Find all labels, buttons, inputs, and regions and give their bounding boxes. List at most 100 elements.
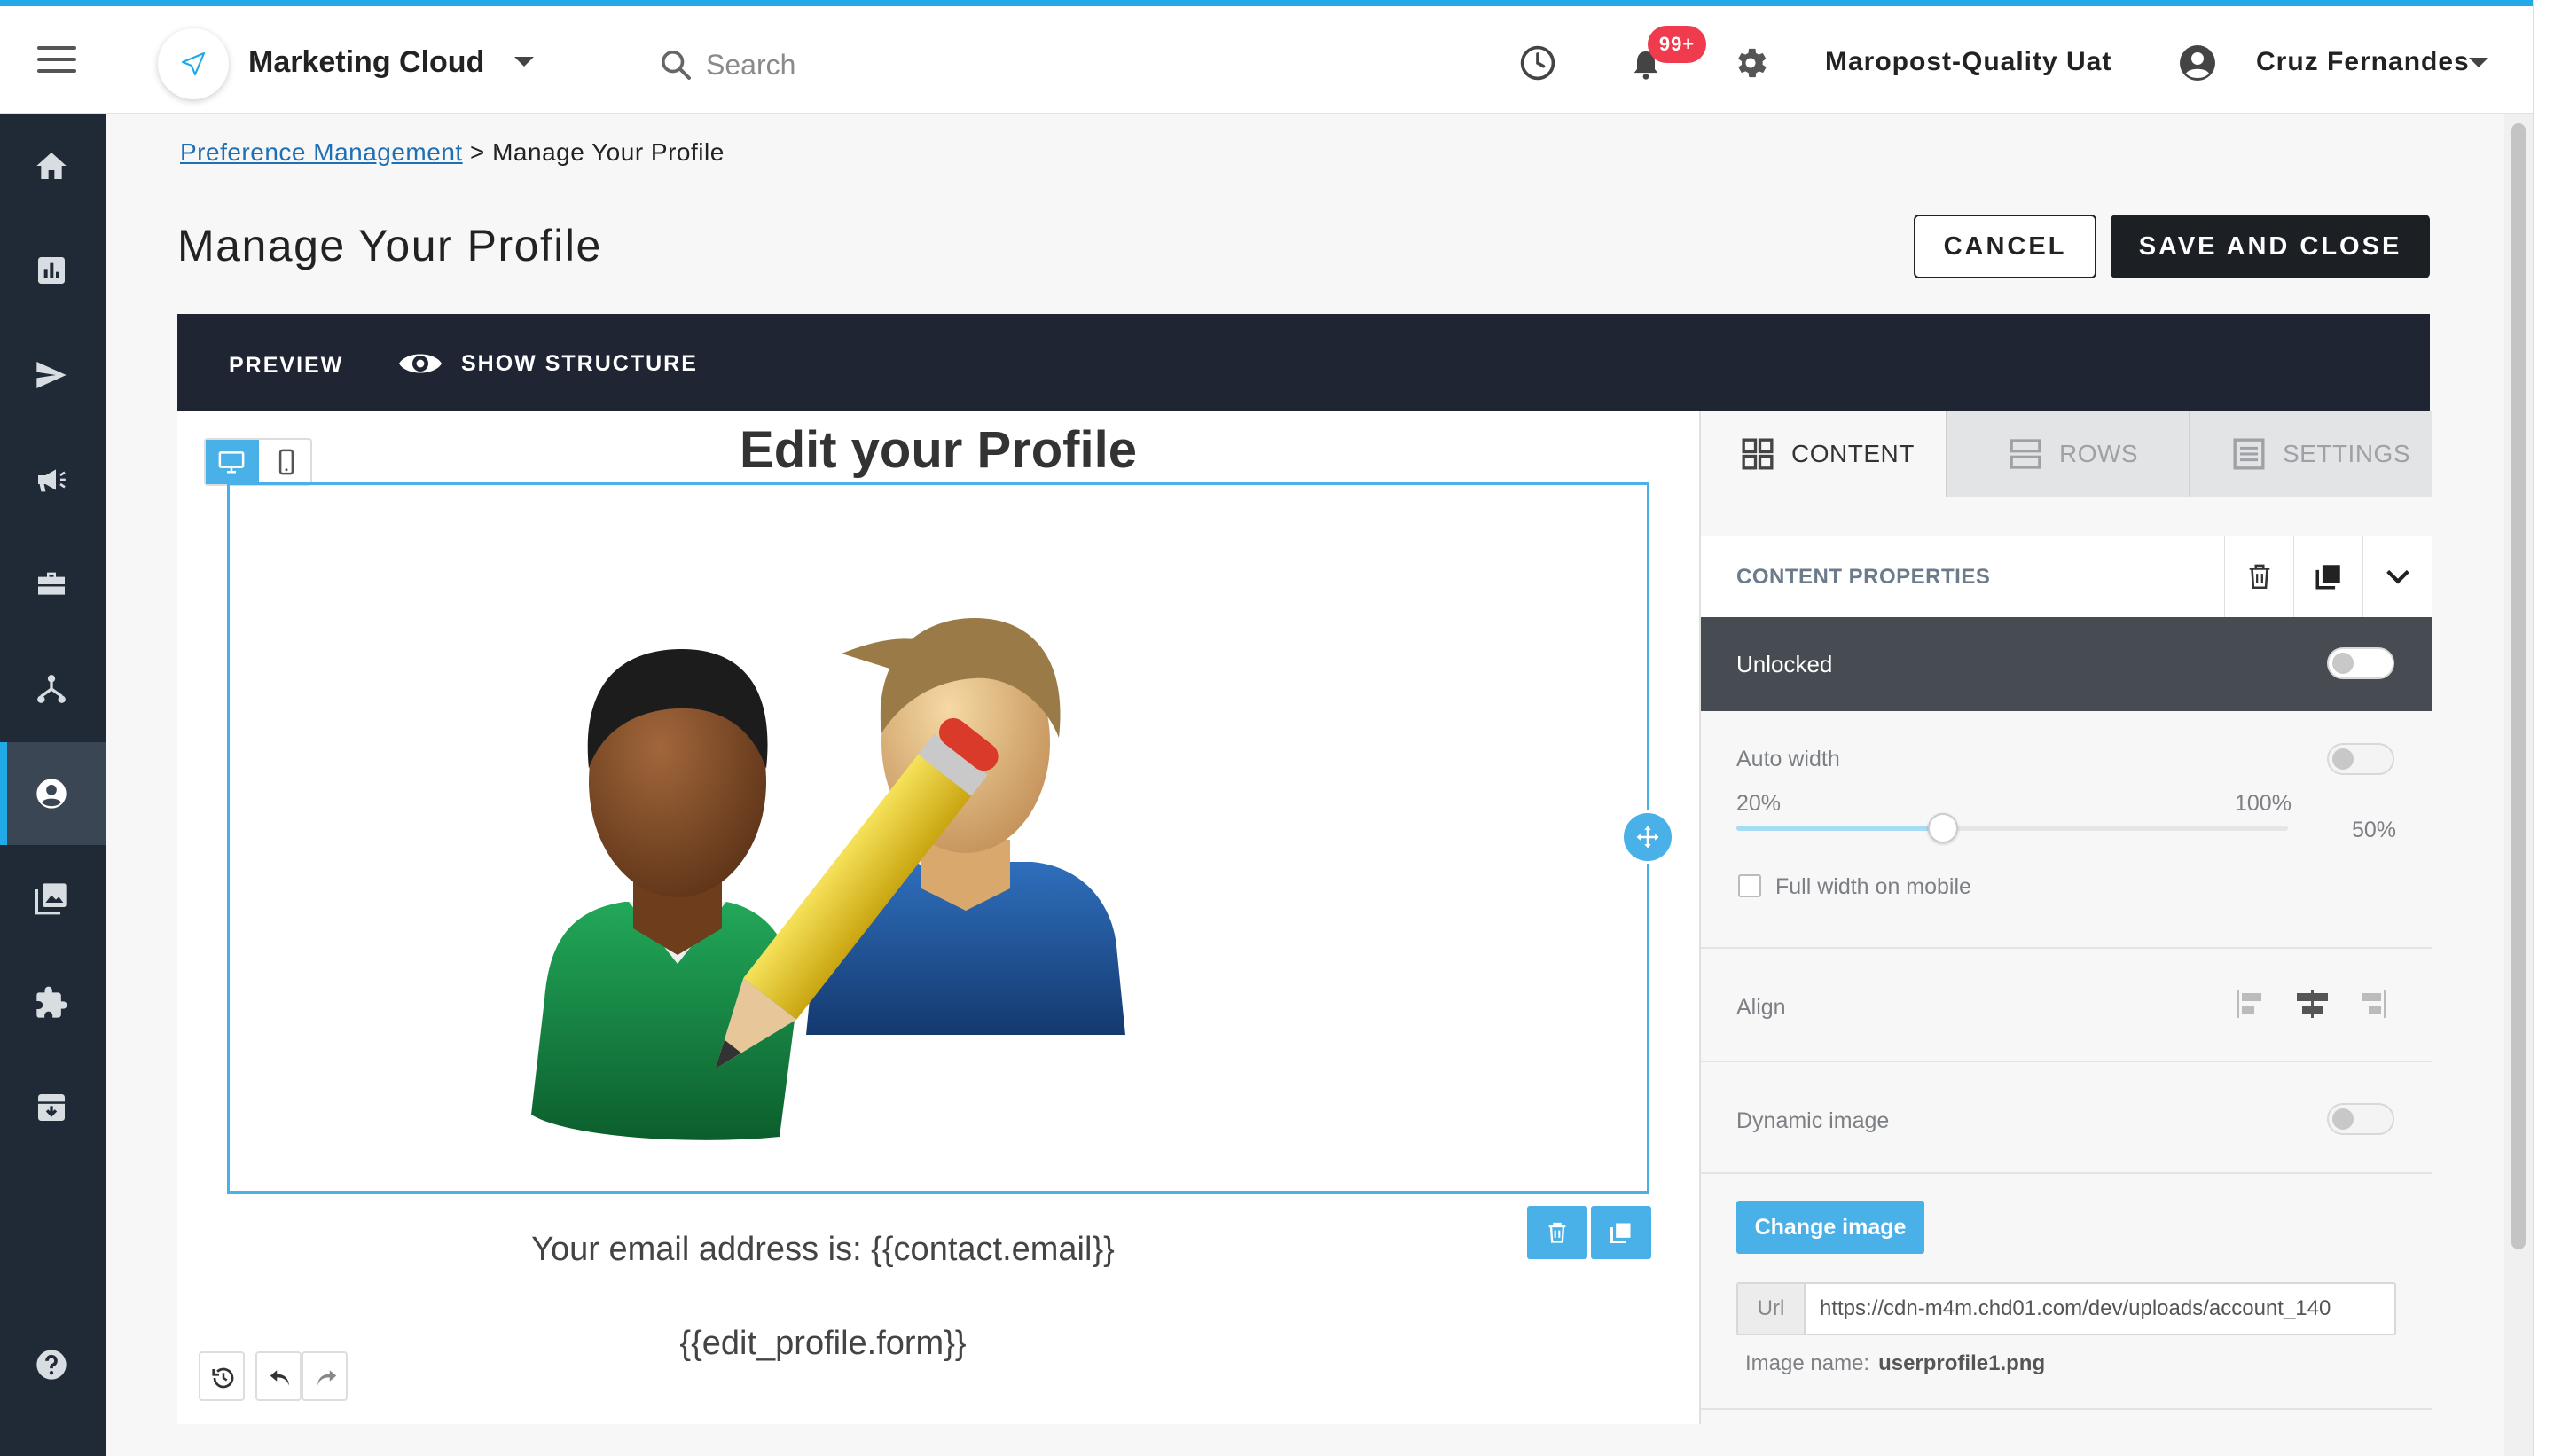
grid-icon bbox=[1742, 438, 1774, 470]
selected-image-block[interactable] bbox=[227, 482, 1649, 1194]
desktop-icon bbox=[218, 451, 245, 474]
scrollbar-thumb[interactable] bbox=[2511, 123, 2526, 1249]
app-switcher-title[interactable]: Marketing Cloud bbox=[248, 45, 484, 80]
mobile-view-button[interactable] bbox=[261, 440, 312, 484]
breadcrumb-link-preference-management[interactable]: Preference Management bbox=[180, 138, 463, 166]
divider bbox=[1701, 1061, 2432, 1062]
move-block-handle[interactable] bbox=[1621, 810, 1674, 864]
user-avatar-icon[interactable] bbox=[2176, 42, 2219, 84]
megaphone-icon bbox=[38, 469, 66, 492]
notification-count-badge: 99+ bbox=[1648, 26, 1706, 63]
page-scrollbar[interactable] bbox=[2504, 114, 2533, 1456]
delete-block-button[interactable] bbox=[1527, 1206, 1587, 1259]
top-accent-line bbox=[0, 0, 2554, 6]
content-properties-header: CONTENT PROPERTIES bbox=[1701, 536, 2432, 618]
users-edit-illustration bbox=[531, 618, 1125, 1140]
puzzle-icon bbox=[36, 986, 67, 1018]
trash-icon bbox=[1548, 1222, 1566, 1243]
rows-icon bbox=[2010, 439, 2041, 469]
chevron-down-icon[interactable] bbox=[2469, 58, 2488, 67]
auto-width-toggle[interactable] bbox=[2327, 743, 2394, 775]
undo-button[interactable] bbox=[255, 1351, 302, 1401]
desktop-view-button[interactable] bbox=[206, 440, 259, 484]
delete-content-button[interactable] bbox=[2224, 536, 2293, 618]
image-url-input[interactable] bbox=[1820, 1284, 2387, 1334]
send-icon bbox=[36, 362, 67, 388]
sidebar-item-contacts[interactable] bbox=[0, 742, 106, 845]
history-button[interactable] bbox=[199, 1351, 245, 1401]
dynamic-image-toggle[interactable] bbox=[2327, 1103, 2394, 1135]
align-right-icon[interactable] bbox=[2362, 990, 2386, 1018]
preview-button[interactable]: PREVIEW bbox=[229, 353, 343, 379]
sidebar-item-integrations[interactable] bbox=[0, 951, 106, 1054]
contact-icon bbox=[36, 779, 67, 809]
sidebar-item-reports[interactable] bbox=[0, 219, 106, 322]
editor-toolbar: PREVIEW SHOW STRUCTURE bbox=[177, 314, 2430, 411]
search-input[interactable] bbox=[706, 43, 1025, 86]
undo-icon bbox=[270, 1370, 289, 1386]
breadcrumb: Preference Management > Manage Your Prof… bbox=[180, 138, 725, 167]
sidebar-item-journeys[interactable] bbox=[0, 638, 106, 740]
collapse-properties-button[interactable] bbox=[2362, 536, 2432, 618]
divider bbox=[1701, 1408, 2432, 1410]
url-prefix-label: Url bbox=[1738, 1284, 1806, 1334]
image-name-value: userprofile1.png bbox=[1878, 1351, 2046, 1375]
sidebar-item-gallery[interactable] bbox=[0, 847, 106, 950]
history-clock-icon[interactable] bbox=[1518, 43, 1557, 82]
duplicate-block-button[interactable] bbox=[1591, 1206, 1651, 1259]
sidebar-item-portfolio[interactable] bbox=[0, 533, 106, 636]
top-navigation-bar: Marketing Cloud 99+ Maropost-Quality Uat… bbox=[0, 6, 2533, 114]
save-and-close-button[interactable]: SAVE AND CLOSE bbox=[2111, 215, 2430, 278]
align-center-icon[interactable] bbox=[2297, 990, 2328, 1018]
tab-settings[interactable]: SETTINGS bbox=[2189, 411, 2432, 497]
reports-icon bbox=[38, 257, 65, 284]
sidebar-item-campaigns[interactable] bbox=[0, 428, 106, 531]
image-url-field: Url bbox=[1736, 1282, 2396, 1335]
align-left-icon[interactable] bbox=[2237, 990, 2261, 1018]
sidebar-navigation bbox=[0, 114, 106, 1456]
sidebar-item-send[interactable] bbox=[0, 324, 106, 427]
redo-icon bbox=[317, 1370, 337, 1386]
app-logo-icon[interactable] bbox=[158, 28, 229, 99]
width-slider[interactable] bbox=[1736, 813, 2288, 843]
editor-canvas: Edit your Profile Your email address is:… bbox=[177, 411, 1699, 1424]
full-width-mobile-checkbox[interactable] bbox=[1738, 874, 1761, 897]
image-name-label: Image name: bbox=[1745, 1351, 1870, 1375]
mobile-icon bbox=[278, 449, 294, 475]
chevron-down-icon[interactable] bbox=[514, 57, 534, 67]
tab-rows[interactable]: ROWS bbox=[1946, 411, 2189, 497]
move-arrows-icon bbox=[1636, 826, 1659, 849]
email-address-text[interactable]: Your email address is: {{contact.email}} bbox=[177, 1231, 1469, 1269]
panel-tabs: CONTENT ROWS SETTINGS bbox=[1701, 411, 2432, 497]
redo-button[interactable] bbox=[302, 1351, 348, 1401]
tab-rows-label: ROWS bbox=[2059, 440, 2139, 467]
sidebar-item-help[interactable] bbox=[0, 1313, 106, 1416]
cancel-button[interactable]: CANCEL bbox=[1914, 215, 2096, 278]
slider-max-label: 100% bbox=[2235, 791, 2292, 816]
tab-content-label: CONTENT bbox=[1791, 440, 1915, 467]
sidebar-item-home[interactable] bbox=[0, 114, 106, 217]
eye-icon[interactable] bbox=[397, 349, 443, 378]
show-structure-button[interactable]: SHOW STRUCTURE bbox=[461, 351, 698, 377]
edit-profile-form-placeholder[interactable]: {{edit_profile.form}} bbox=[177, 1325, 1469, 1363]
tab-content[interactable]: CONTENT bbox=[1701, 411, 1946, 497]
change-image-button[interactable]: Change image bbox=[1736, 1201, 1924, 1254]
width-slider-handle[interactable] bbox=[1928, 813, 1958, 843]
duplicate-content-button[interactable] bbox=[2293, 536, 2362, 618]
breadcrumb-current: Manage Your Profile bbox=[492, 138, 725, 166]
unlocked-toggle[interactable] bbox=[2327, 647, 2394, 679]
account-name[interactable]: Maropost-Quality Uat bbox=[1825, 47, 2111, 77]
dynamic-image-label: Dynamic image bbox=[1736, 1108, 1890, 1133]
hamburger-menu-icon[interactable] bbox=[37, 46, 76, 73]
chevron-down-icon bbox=[2386, 569, 2409, 584]
canvas-heading[interactable]: Edit your Profile bbox=[177, 420, 1699, 480]
divider bbox=[1701, 1172, 2432, 1174]
width-slider-fill bbox=[1736, 826, 1943, 831]
user-menu-name[interactable]: Cruz Fernandes bbox=[2256, 47, 2470, 77]
settings-gear-icon[interactable] bbox=[1731, 43, 1770, 82]
divider bbox=[1701, 947, 2432, 949]
briefcase-icon bbox=[38, 572, 65, 595]
search-icon bbox=[662, 51, 691, 80]
sidebar-item-archive[interactable] bbox=[0, 1056, 106, 1159]
align-label: Align bbox=[1736, 995, 1786, 1020]
